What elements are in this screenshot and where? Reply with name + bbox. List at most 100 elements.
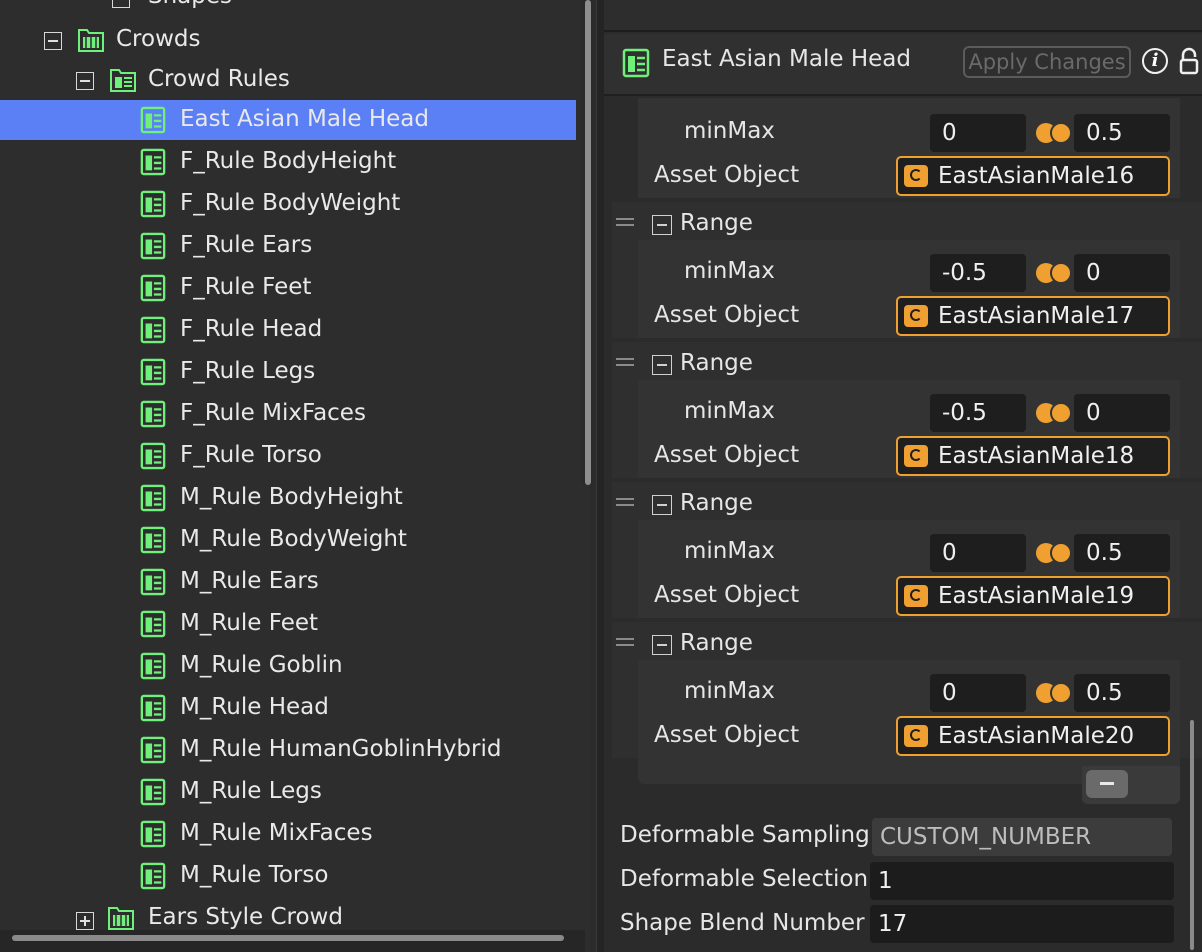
collapse-icon[interactable] [76,72,94,90]
tree-row-rule[interactable]: F_Rule BodyHeight [0,142,576,182]
tree-vertical-scrollbar-thumb[interactable] [585,0,591,485]
tree-row-rule[interactable]: F_Rule Head [0,310,576,350]
tree-row-rule[interactable]: M_Rule Head [0,688,576,728]
deformable-sampling-field[interactable]: CUSTOM_NUMBER [872,818,1172,856]
tree-label: M_Rule Head [180,694,329,720]
max-field[interactable]: 0.5 [1074,114,1170,152]
rule-icon [140,358,166,386]
tree-row-crowds[interactable]: Crowds [0,20,576,60]
asset-icon [904,585,928,607]
tree-label: F_Rule Legs [180,358,316,384]
drag-handle-icon[interactable] [616,218,634,226]
max-field[interactable]: 0 [1074,254,1170,292]
asset-object-field[interactable]: EastAsianMale17 [896,296,1170,336]
expand-icon[interactable] [76,912,94,930]
tree-label: M_Rule Torso [180,862,329,888]
rule-icon [140,820,166,848]
asset-object-label: Asset Object [654,722,800,748]
tree-row-rule[interactable]: F_Rule Torso [0,436,576,476]
tree-row-rule[interactable]: F_Rule Legs [0,352,576,392]
tree-row-rule[interactable]: F_Rule Ears [0,226,576,266]
rule-icon [140,316,166,344]
asset-object-label: Asset Object [654,442,800,468]
tree-row-rule[interactable]: M_Rule Goblin [0,646,576,686]
inspector-top-strip [604,0,1202,32]
rule-icon [622,48,650,78]
asset-icon [904,725,928,747]
tree-row-rule[interactable]: M_Rule Feet [0,604,576,644]
asset-icon [904,305,928,327]
remove-item-button[interactable] [1086,770,1128,798]
crowd-folder-icon [108,907,134,930]
link-icon[interactable] [1034,681,1074,705]
link-icon[interactable] [1034,401,1074,425]
tree-label: M_Rule BodyWeight [180,526,407,552]
shape-blend-number-field[interactable]: 17 [870,905,1174,943]
tree-label: M_Rule BodyHeight [180,484,403,510]
tree-row-rule[interactable]: M_Rule BodyWeight [0,520,576,560]
asset-object-label: Asset Object [654,302,800,328]
rule-icon [140,232,166,260]
asset-object-field[interactable]: EastAsianMale16 [896,156,1170,196]
asset-name: EastAsianMale18 [938,443,1135,469]
rule-icon [140,484,166,512]
collapse-range-icon[interactable] [652,355,672,375]
rule-icon [140,526,166,554]
link-icon[interactable] [1034,121,1074,145]
tree-row-rule[interactable]: F_Rule MixFaces [0,394,576,434]
link-icon[interactable] [1034,541,1074,565]
collapse-range-icon[interactable] [652,215,672,235]
hierarchy-panel: Shapes Crowds Crowd Rules East Asian Mal… [0,0,590,952]
min-field[interactable]: -0.5 [930,394,1026,432]
apply-changes-button[interactable]: Apply Changes [963,46,1131,78]
tree-row-rule[interactable]: M_Rule MixFaces [0,814,576,854]
asset-object-field[interactable]: EastAsianMale19 [896,576,1170,616]
link-icon[interactable] [1034,261,1074,285]
min-field[interactable]: 0 [930,674,1026,712]
asset-object-field[interactable]: EastAsianMale20 [896,716,1170,756]
min-field[interactable]: -0.5 [930,254,1026,292]
rule-icon [140,568,166,596]
max-field[interactable]: 0.5 [1074,674,1170,712]
tree-row-rule[interactable]: M_Rule HumanGoblinHybrid [0,730,576,770]
tree-horizontal-scrollbar-track[interactable] [0,930,585,952]
min-field[interactable]: 0 [930,114,1026,152]
tree-row-rule[interactable]: M_Rule Ears [0,562,576,602]
drag-handle-icon[interactable] [616,498,634,506]
tree-label: M_Rule Ears [180,568,319,594]
inspector-scrollbar-thumb[interactable] [1190,720,1194,950]
asset-name: EastAsianMale16 [938,163,1135,189]
expander-icon[interactable] [112,0,130,8]
deformable-selection-field[interactable]: 1 [870,862,1174,900]
drag-handle-icon[interactable] [616,358,634,366]
tree-row-rule[interactable]: F_Rule BodyWeight [0,184,576,224]
collapse-range-icon[interactable] [652,635,672,655]
collapse-icon[interactable] [44,32,62,50]
tree-label: F_Rule BodyWeight [180,190,401,216]
tree-horizontal-scrollbar-thumb[interactable] [12,935,564,941]
drag-handle-icon[interactable] [616,638,634,646]
tree-row-rule[interactable]: M_Rule Torso [0,856,576,896]
tree-row-rule[interactable]: M_Rule BodyHeight [0,478,576,518]
lock-icon[interactable] [1178,47,1200,75]
tree-label: M_Rule Feet [180,610,319,636]
min-field[interactable]: 0 [930,534,1026,572]
tree-row-rule[interactable]: F_Rule Feet [0,268,576,308]
collapse-range-icon[interactable] [652,495,672,515]
tree-label: F_Rule Ears [180,232,313,258]
rule-icon [140,148,166,176]
range-label: Range [680,490,753,516]
info-icon[interactable]: i [1142,48,1168,74]
tree-label: Crowds [116,26,201,52]
asset-object-field[interactable]: EastAsianMale18 [896,436,1170,476]
tree-row-rule[interactable]: East Asian Male Head [0,100,576,140]
max-field[interactable]: 0 [1074,394,1170,432]
asset-icon [904,165,928,187]
asset-object-label: Asset Object [654,582,800,608]
max-field[interactable]: 0.5 [1074,534,1170,572]
tree-row-crowd-rules[interactable]: Crowd Rules [0,60,576,100]
rule-icon [140,610,166,638]
tree-label: Crowd Rules [148,66,290,92]
tree-row-rule[interactable]: M_Rule Legs [0,772,576,812]
tree-row-shapes[interactable]: Shapes [0,0,576,18]
